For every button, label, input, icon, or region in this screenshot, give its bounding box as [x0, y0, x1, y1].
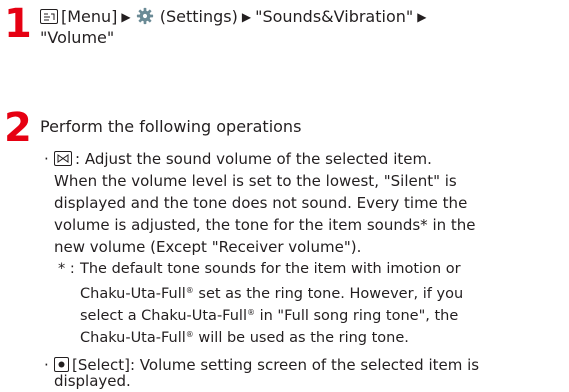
step-number-1: 1 — [4, 1, 32, 47]
bullet-dot: · — [44, 150, 49, 168]
arrow-right-icon: ▶ — [121, 10, 131, 24]
registered-mark: ® — [185, 330, 194, 339]
gear-icon — [136, 7, 153, 25]
bullet-dot: · — [44, 356, 49, 374]
item-1-line-1: : Adjust the sound volume of the selecte… — [54, 148, 432, 170]
item-1-line-2: When the volume level is set to the lowe… — [54, 172, 457, 190]
menu-label: [Menu] — [61, 7, 118, 26]
item-1-line-5: new volume (Except "Receiver volume"). — [54, 238, 362, 256]
volume-key-icon — [54, 151, 72, 166]
step-2-title: Perform the following operations — [40, 117, 302, 136]
item-2-line-2: displayed. — [54, 372, 131, 390]
menu-key-icon — [40, 9, 58, 24]
item-1-line-3: displayed and the tone does not sound. E… — [54, 194, 468, 212]
step-1-line-1: [Menu] ▶ (Settings) ▶ "Sounds&Vibration" ▶ — [40, 6, 430, 28]
arrow-right-icon: ▶ — [241, 10, 252, 24]
volume-label: "Volume" — [40, 28, 115, 47]
registered-mark: ® — [185, 286, 194, 295]
sounds-label: "Sounds&Vibration" — [255, 7, 414, 26]
registered-mark: ® — [246, 308, 255, 317]
footnote-line-1: The default tone sounds for the item wit… — [80, 261, 461, 277]
step-1-line-2: "Volume" — [40, 27, 114, 49]
step-number-2: 2 — [4, 105, 32, 151]
item-1-line-4: volume is adjusted, the tone for the ite… — [54, 216, 476, 234]
arrow-right-icon: ▶ — [417, 10, 427, 24]
footnote-mark: * : — [58, 261, 75, 277]
footnote-line-4: Chaku-Uta-Full® will be used as the ring… — [80, 330, 409, 346]
settings-label: (Settings) — [159, 7, 238, 26]
